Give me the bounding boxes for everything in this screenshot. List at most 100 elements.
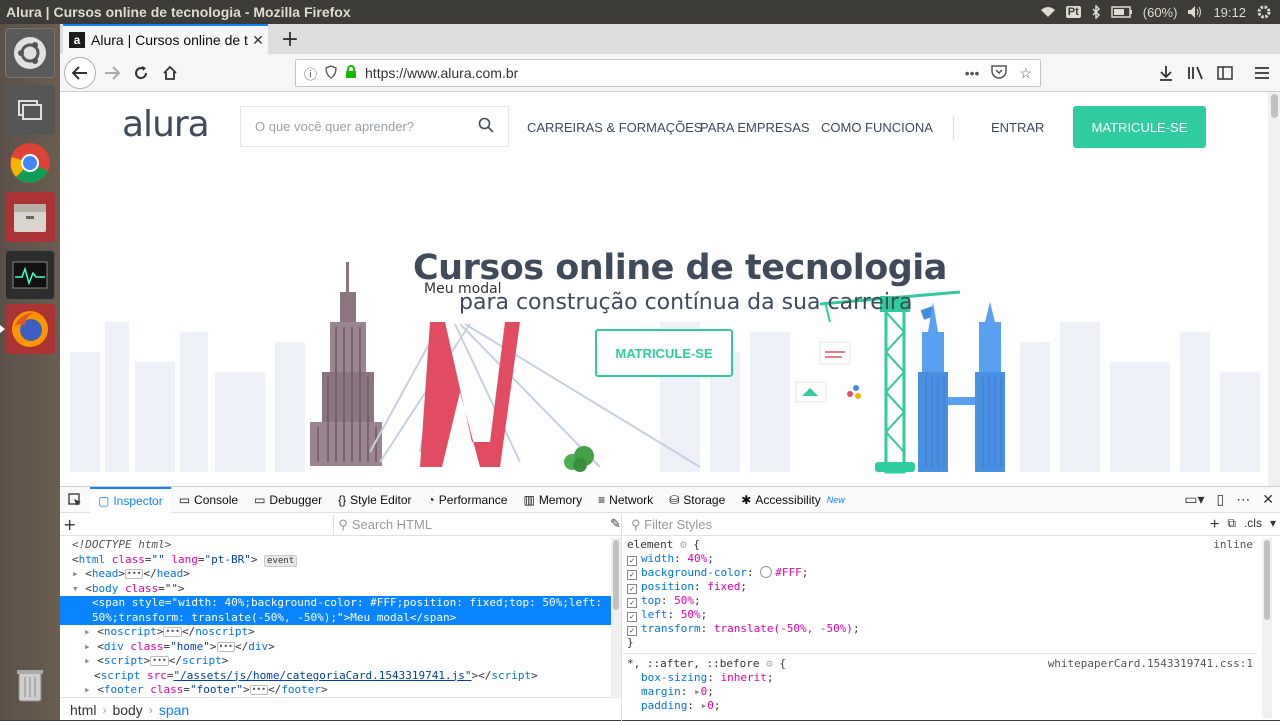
forward-button[interactable] <box>98 59 126 87</box>
add-rule-icon[interactable]: + <box>1210 516 1219 534</box>
hamburger-menu-icon[interactable] <box>1248 59 1276 87</box>
color-swatch[interactable] <box>760 566 773 578</box>
tab-debugger[interactable]: ▭ Debugger <box>246 487 330 513</box>
twin-towers-graphic <box>918 302 1005 472</box>
rules-dropdown-icon[interactable]: ▾ <box>1270 516 1276 534</box>
filter-styles-input[interactable]: ⚲ Filter Styles <box>623 517 1178 533</box>
responsive-design-icon[interactable]: ▯ <box>1217 491 1225 508</box>
site-search-input[interactable]: O que você quer aprender? <box>240 106 509 147</box>
files-icon[interactable] <box>5 192 55 242</box>
tab-console[interactable]: ▭ Console <box>171 487 246 513</box>
head-node[interactable]: ▸ <head> ••• </head> <box>60 567 612 582</box>
volume-icon[interactable] <box>1187 5 1203 19</box>
home-icon[interactable] <box>156 59 184 87</box>
tab-storage[interactable]: ⛁ Storage <box>661 487 733 513</box>
nav-link-como-funciona[interactable]: COMO FUNCIONA <box>821 120 933 135</box>
sidebar-icon[interactable] <box>1211 59 1239 87</box>
trash-icon[interactable] <box>5 660 55 710</box>
ubuntu-dash-icon[interactable] <box>5 28 55 78</box>
back-button[interactable] <box>64 57 96 89</box>
breadcrumb-span[interactable]: span <box>159 702 189 718</box>
matricule-se-button[interactable]: MATRICULE-SE <box>1073 106 1206 148</box>
bluetooth-icon[interactable] <box>1091 5 1101 19</box>
tab-network[interactable]: ≡ Network <box>590 487 661 513</box>
bookmark-star-icon[interactable]: ☆ <box>1019 65 1032 82</box>
browser-tab[interactable]: a Alura | Cursos online de t ✕ <box>63 24 268 54</box>
tab-memory[interactable]: ▥ Memory <box>515 487 590 513</box>
nav-link-carreiras[interactable]: CARREIRAS & FORMAÇÕES <box>527 120 703 135</box>
declaration-background-color[interactable]: ✓ background-color: #FFF; <box>623 566 1257 580</box>
breadcrumb-html[interactable]: html <box>70 702 96 718</box>
selected-span-node[interactable]: <span style="width: 40%;background-color… <box>60 596 612 625</box>
doctype-node[interactable]: <!DOCTYPE html> <box>60 538 612 553</box>
tab-style-editor[interactable]: {} Style Editor <box>330 487 419 513</box>
markup-scrollbar[interactable] <box>611 538 621 698</box>
pseudo-class-toggle-icon[interactable]: ⧉ <box>1227 516 1236 534</box>
tab-inspector[interactable]: ▢ Inspector <box>90 486 171 513</box>
rule-source-inline[interactable]: inline <box>1213 538 1253 552</box>
library-icon[interactable] <box>1182 59 1210 87</box>
script-node[interactable]: ▸ <script> ••• </script> <box>60 654 612 669</box>
new-tab-icon[interactable]: + <box>278 26 302 52</box>
web-page-content: alura O que você quer aprender? CARREIRA… <box>60 92 1280 486</box>
body-node[interactable]: ▾ <body class=""> <box>60 582 612 597</box>
eyedropper-icon[interactable]: ✎ <box>610 517 621 532</box>
declaration-position[interactable]: ✓ position: fixed; <box>623 580 1257 594</box>
pocket-icon[interactable] <box>991 64 1008 82</box>
chrome-icon[interactable] <box>5 138 55 188</box>
memory-icon: ▥ <box>523 492 535 507</box>
downloads-icon[interactable] <box>1152 59 1180 87</box>
div-home-node[interactable]: ▸ <div class="home"> ••• </div> <box>60 640 612 655</box>
clock[interactable]: 19:12 <box>1213 5 1246 20</box>
devtools-more-icon[interactable]: ⋯ <box>1236 491 1250 508</box>
wifi-icon[interactable] <box>1040 6 1056 18</box>
search-html-input[interactable]: ⚲ Search HTML <box>333 514 602 535</box>
declaration-padding[interactable]: padding: ▸0; <box>623 699 1257 713</box>
close-devtools-icon[interactable]: ✕ <box>1262 491 1274 508</box>
declaration-box-sizing[interactable]: box-sizing: inherit; <box>623 671 1257 685</box>
rules-view: ⚲ Filter Styles + ⧉ .cls ▾ element ⚙ { i… <box>623 514 1280 721</box>
info-icon[interactable]: ⓘ <box>304 64 317 83</box>
keyboard-layout-indicator[interactable]: Pt <box>1065 6 1081 18</box>
url-bar[interactable]: ⓘ https://www.alura.com.br ••• ☆ <box>295 59 1041 87</box>
hero-matricule-se-button[interactable]: MATRICULE-SE <box>595 329 733 377</box>
rule-source-link[interactable]: whitepaperCard.1543319741.css:1 <box>1048 657 1253 671</box>
html-node[interactable]: <html class="" lang="pt-BR"> event <box>60 553 612 568</box>
lock-icon[interactable] <box>345 64 357 82</box>
page-actions-icon[interactable]: ••• <box>965 65 980 82</box>
system-monitor-icon[interactable] <box>5 250 55 300</box>
settings-gear-icon[interactable] <box>1256 4 1272 20</box>
browser-toolbar: ⓘ https://www.alura.com.br ••• ☆ <box>60 54 1280 92</box>
footer-node[interactable]: ▸ <footer class="footer"> ••• </footer> <box>60 683 612 698</box>
reload-icon[interactable] <box>127 59 155 87</box>
tab-performance[interactable]: ◔ Performance <box>420 487 516 513</box>
rules-scrollbar[interactable] <box>1262 538 1272 718</box>
event-badge[interactable]: event <box>264 554 298 567</box>
declaration-transform[interactable]: ✓ transform: translate(-50%, -50%); <box>623 622 1257 636</box>
cls-toggle[interactable]: .cls <box>1244 516 1262 534</box>
nav-link-empresas[interactable]: PARA EMPRESAS <box>700 120 810 135</box>
nav-link-entrar[interactable]: ENTRAR <box>991 120 1044 135</box>
close-tab-icon[interactable]: ✕ <box>248 32 268 49</box>
element-picker-icon[interactable] <box>60 487 90 513</box>
noscript-node[interactable]: ▸ <noscript> ••• </noscript> <box>60 625 612 640</box>
firefox-icon[interactable] <box>0 304 55 354</box>
tree-graphic <box>564 446 594 472</box>
page-scrollbar[interactable] <box>1268 92 1280 486</box>
declaration-left[interactable]: ✓ left: 50%; <box>623 608 1257 622</box>
search-icon[interactable] <box>478 117 494 136</box>
script-src-node[interactable]: <script src="/assets/js/home/categoriaCa… <box>60 669 612 684</box>
battery-percentage: (60%) <box>1142 4 1178 20</box>
tracking-shield-icon[interactable] <box>325 64 337 82</box>
declaration-margin[interactable]: margin: ▸0; <box>623 685 1257 699</box>
add-node-icon[interactable]: + <box>60 515 79 534</box>
tab-accessibility[interactable]: ✱ Accessibility New <box>733 487 852 513</box>
alura-logo[interactable]: alura <box>122 104 210 145</box>
declaration-top[interactable]: ✓ top: 50%; <box>623 594 1257 608</box>
breadcrumb-body[interactable]: body <box>112 702 142 718</box>
dock-layout-icon[interactable]: ▭▾ <box>1184 491 1204 508</box>
declaration-width[interactable]: ✓ width: 40%; <box>623 552 1257 566</box>
url-text: https://www.alura.com.br <box>365 65 519 81</box>
workspace-switcher-icon[interactable] <box>5 85 55 135</box>
battery-icon[interactable] <box>1111 6 1133 18</box>
